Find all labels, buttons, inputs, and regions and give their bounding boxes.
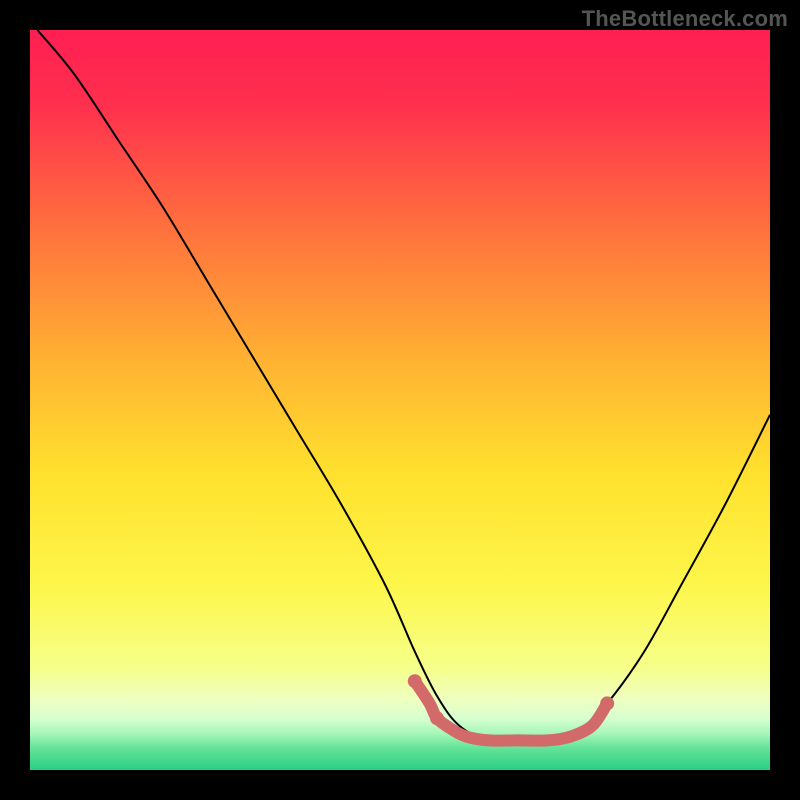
- watermark-text: TheBottleneck.com: [582, 6, 788, 32]
- marker-end: [600, 696, 614, 710]
- marker-start: [408, 674, 422, 688]
- gradient-background: [30, 30, 770, 770]
- chart-stage: TheBottleneck.com: [0, 0, 800, 800]
- plot-svg: [0, 0, 800, 800]
- marker-mid: [430, 711, 444, 725]
